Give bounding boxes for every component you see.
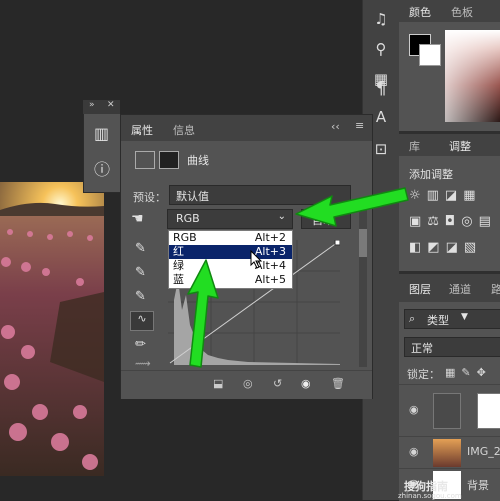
watermark-brand: 搜狗指南 bbox=[404, 480, 448, 493]
arrow-to-red-option bbox=[187, 259, 219, 368]
annotation-arrows bbox=[187, 187, 409, 368]
watermark-site: zhinan.sogou.com bbox=[398, 492, 462, 500]
arrow-to-channel-select bbox=[295, 187, 409, 227]
